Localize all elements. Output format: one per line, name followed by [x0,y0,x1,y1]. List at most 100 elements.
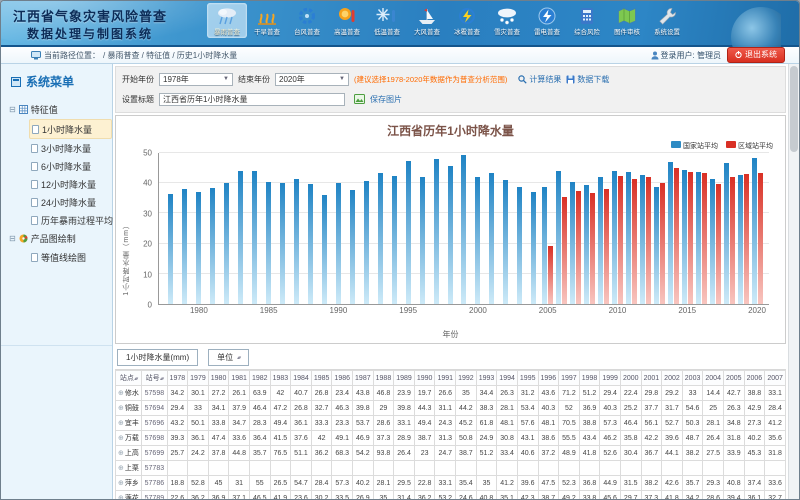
expand-row-icon[interactable]: ⊕ [118,390,124,397]
bar-national-1992[interactable] [364,181,369,304]
calculate-button[interactable]: 计算结果 [518,74,561,85]
bar-regional-2015[interactable] [688,172,693,304]
expand-row-icon[interactable]: ⊕ [118,495,124,500]
toolbar-item-wind[interactable]: 大风普查 [407,3,447,38]
station-name-cell[interactable]: ⊕莲花 [116,491,142,500]
bar-national-1999[interactable] [461,155,466,304]
chart-title-input[interactable] [159,93,345,106]
station-name-cell[interactable]: ⊕宜丰 [116,416,142,431]
bar-national-1979[interactable] [182,189,187,304]
sidebar-item-6小时降水量[interactable]: 6小时降水量 [29,157,112,175]
exit-system-button[interactable]: 退出系统 [727,47,785,63]
toolbar-item-lowtemp[interactable]: 低温普查 [367,3,407,38]
bar-national-2012[interactable] [640,175,645,304]
station-name-cell[interactable]: ⊕上栗 [116,461,142,476]
bar-regional-2006[interactable] [562,197,567,304]
bar-regional-2005[interactable] [548,246,553,304]
expand-icon[interactable]: ⊟ [9,105,16,114]
toolbar-item-typhoon[interactable]: 台风普查 [287,3,327,38]
expand-icon[interactable]: ⊟ [9,234,16,243]
bar-regional-2016[interactable] [702,173,707,304]
toolbar-item-review[interactable]: 图件审核 [607,3,647,38]
sidebar-item-3小时降水量[interactable]: 3小时降水量 [29,139,112,157]
expand-row-icon[interactable]: ⊕ [118,450,124,457]
toolbar-item-hightemp[interactable]: 高温普查 [327,3,367,38]
save-image-button[interactable]: 保存图片 [370,94,402,105]
bar-national-2000[interactable] [475,177,480,304]
bar-national-1997[interactable] [434,159,439,304]
bar-regional-2018[interactable] [730,177,735,304]
bar-national-2018[interactable] [724,163,729,304]
station-name-cell[interactable]: ⊕铜鼓 [116,401,142,416]
bar-regional-2010[interactable] [618,176,623,304]
bar-national-2001[interactable] [489,173,494,304]
start-year-select[interactable]: 1978年▼ [159,73,233,86]
bar-regional-2013[interactable] [660,183,665,304]
bar-national-1987[interactable] [294,179,299,304]
tree-group-0[interactable]: ⊟特征值 [9,100,112,119]
bar-national-2003[interactable] [517,187,522,304]
bar-national-2015[interactable] [682,170,687,304]
bar-national-2009[interactable] [598,177,603,304]
bar-national-1991[interactable] [350,190,355,304]
toolbar-item-lightning[interactable]: 雷电普查 [527,3,567,38]
bar-national-2005[interactable] [542,187,547,304]
toolbar-item-hail[interactable]: 冰雹普查 [447,3,487,38]
bar-national-2016[interactable] [696,172,701,304]
bar-national-2020[interactable] [752,158,757,304]
bar-national-1989[interactable] [322,195,327,304]
toolbar-item-rainstorm[interactable]: 暴雨普查 [207,3,247,38]
bar-national-2013[interactable] [654,187,659,304]
legend-item[interactable]: 区域站平均 [726,141,773,151]
bar-national-1994[interactable] [392,176,397,304]
bar-national-2017[interactable] [710,179,715,304]
bar-national-2019[interactable] [738,175,743,304]
tree-group-1[interactable]: ⊟产品图绘制 [9,229,112,248]
unit-dropdown[interactable]: 单位▴▾ [208,349,249,366]
bar-regional-2014[interactable] [674,168,679,305]
station-name-cell[interactable]: ⊕萍乡 [116,476,142,491]
v-scroll-thumb[interactable] [790,66,798,152]
bar-national-1984[interactable] [252,171,257,304]
bar-national-1985[interactable] [266,182,271,304]
bar-national-2008[interactable] [584,185,589,304]
bar-regional-2007[interactable] [576,191,581,304]
sidebar-item-历年暴雨过程平均雨量[interactable]: 历年暴雨过程平均雨量 [29,211,112,229]
bar-regional-2012[interactable] [646,177,651,304]
toolbar-item-settings[interactable]: 系统设置 [647,3,687,38]
sidebar-item-1小时降水量[interactable]: 1小时降水量 [29,119,112,139]
bar-national-1990[interactable] [336,183,341,304]
bar-national-2011[interactable] [626,172,631,304]
sidebar-item-12小时降水量[interactable]: 12小时降水量 [29,175,112,193]
bar-national-1996[interactable] [420,177,425,304]
expand-row-icon[interactable]: ⊕ [118,420,124,427]
bar-national-2014[interactable] [668,162,673,304]
bar-national-2002[interactable] [503,180,508,304]
bar-regional-2011[interactable] [632,179,637,304]
bar-regional-2019[interactable] [744,174,749,304]
station-name-cell[interactable]: ⊕上高 [116,446,142,461]
col-header-station-id[interactable]: 站号 ▴▾ [142,371,167,386]
bar-national-1978[interactable] [168,194,173,304]
col-header-station[interactable]: 站点 ▴▾ [116,371,142,386]
breadcrumb-path[interactable]: / 暴雨普查 / 特征值 / 历史1小时降水量 [103,50,237,61]
download-button[interactable]: 数据下载 [566,74,609,85]
expand-row-icon[interactable]: ⊕ [118,480,124,487]
bar-national-1983[interactable] [238,171,243,304]
sidebar-item-等值线绘图[interactable]: 等值线绘图 [29,248,112,266]
bar-national-1982[interactable] [224,183,229,304]
expand-row-icon[interactable]: ⊕ [118,405,124,412]
toolbar-item-drought[interactable]: 干旱普查 [247,3,287,38]
expand-row-icon[interactable]: ⊕ [118,435,124,442]
sidebar-item-24小时降水量[interactable]: 24小时降水量 [29,193,112,211]
bar-national-2004[interactable] [531,192,536,304]
station-name-cell[interactable]: ⊕修水 [116,386,142,401]
bar-regional-2017[interactable] [716,184,721,304]
end-year-select[interactable]: 2020年▼ [275,73,349,86]
bar-regional-2020[interactable] [758,173,763,304]
bar-regional-2008[interactable] [590,193,595,304]
expand-row-icon[interactable]: ⊕ [118,465,124,472]
bar-national-1980[interactable] [196,192,201,304]
bar-regional-2009[interactable] [604,189,609,304]
bar-national-2007[interactable] [570,182,575,304]
